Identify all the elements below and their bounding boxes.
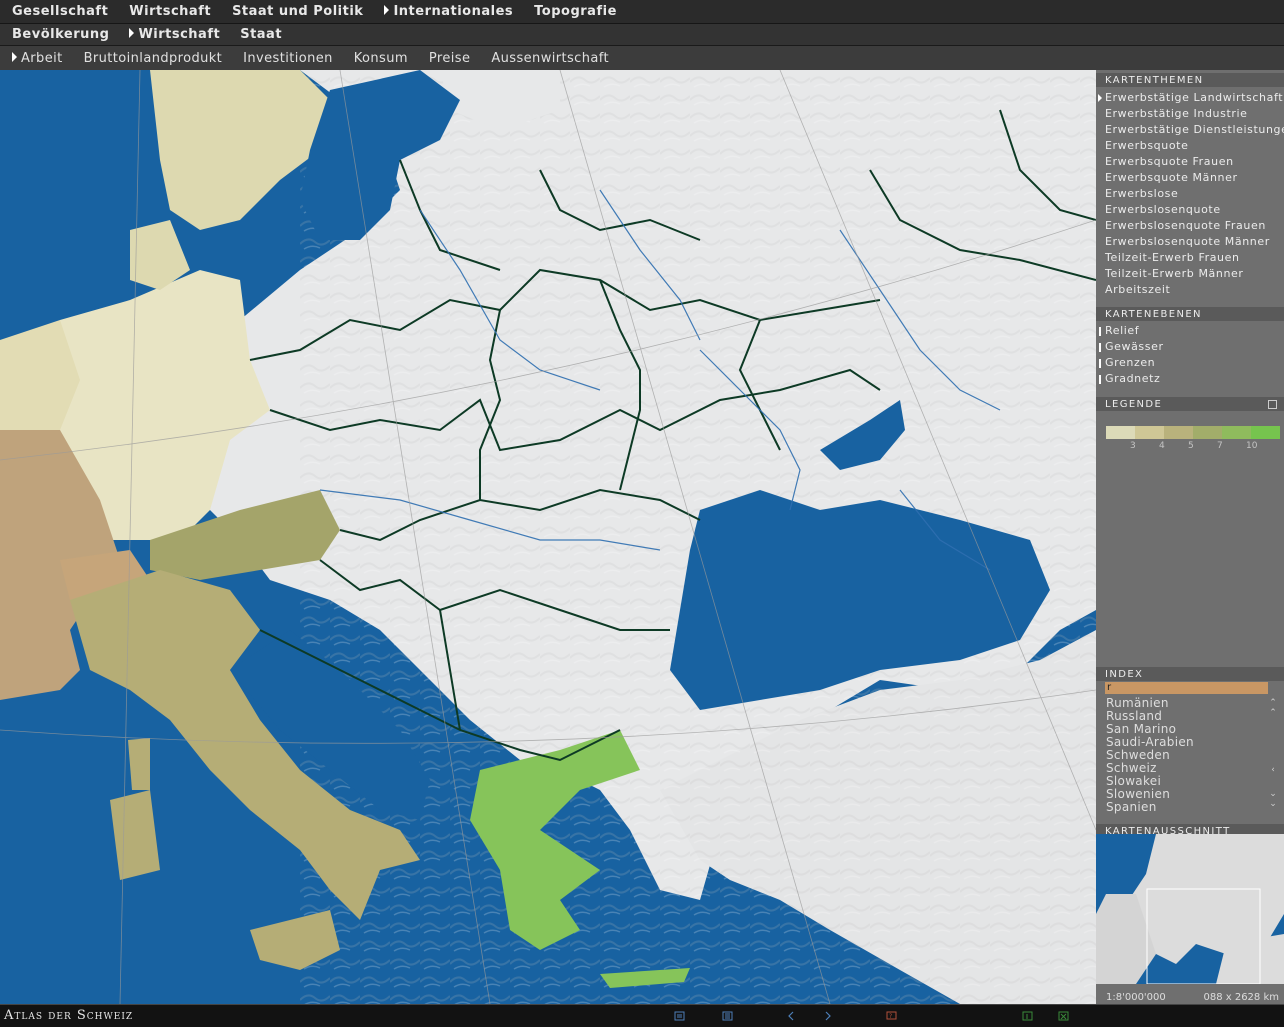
legend-label: 10 <box>1246 441 1258 451</box>
theme-item[interactable]: Erwerbsquote <box>1096 138 1284 154</box>
svg-text:?: ? <box>889 1013 892 1020</box>
nav-item-gesellschaft[interactable]: Gesellschaft <box>12 4 108 19</box>
bottom-bar: Atlas der Schweiz ? <box>0 1004 1284 1027</box>
sardinia-land <box>110 790 160 880</box>
corsica-land <box>128 738 150 790</box>
layer-toggle-gewässer[interactable]: Gewässer <box>1096 339 1284 355</box>
index-item[interactable]: Spanien <box>1106 801 1256 814</box>
legend-labels: 3 4 5 7 10 <box>1106 441 1280 451</box>
legend-label: 3 <box>1130 441 1136 451</box>
layer-toggle-gradnetz[interactable]: Gradnetz <box>1096 371 1284 387</box>
nav-item-bruttoinlandprodukt[interactable]: Bruttoinlandprodukt <box>84 51 223 66</box>
extent-label: 088 x 2628 km <box>1203 992 1279 1003</box>
back-arrow-icon[interactable] <box>786 1011 797 1021</box>
nav-label: Wirtschaft <box>129 4 212 19</box>
nav-label: Arbeit <box>21 50 63 66</box>
layer-list: Relief Gewässer Grenzen Gradnetz <box>1096 323 1284 387</box>
index-heading: INDEX <box>1096 667 1284 681</box>
nav-item-staat[interactable]: Staat <box>240 27 282 42</box>
forward-arrow-icon[interactable] <box>822 1011 833 1021</box>
nav-label: Bevölkerung <box>12 27 110 42</box>
legend-label: 5 <box>1188 441 1194 451</box>
nav-label: Internationales <box>393 4 514 19</box>
theme-item[interactable]: Teilzeit-Erwerb Frauen <box>1096 250 1284 266</box>
nav-item-konsum[interactable]: Konsum <box>354 51 408 66</box>
nav-item-topografie[interactable]: Topografie <box>534 4 617 19</box>
nav-label: Aussenwirtschaft <box>491 50 609 66</box>
nav-label: Investitionen <box>243 50 333 66</box>
nav-item-aussenwirtschaft[interactable]: Aussenwirtschaft <box>491 51 609 66</box>
theme-list: Erwerbstätige Landwirtschaft Erwerbstätig… <box>1096 90 1284 298</box>
nav-item-preise[interactable]: Preise <box>429 51 470 66</box>
nav-label: Preise <box>428 50 471 66</box>
active-marker-icon <box>12 51 17 62</box>
nav-label: Staat <box>240 27 283 42</box>
nav-item-wirtschaft[interactable]: Wirtschaft <box>129 4 211 19</box>
primary-nav: Gesellschaft Wirtschaft Staat und Politik I… <box>0 0 1284 24</box>
index-search-input[interactable]: r <box>1105 682 1268 694</box>
theme-item[interactable]: Erwerbsquote Männer <box>1096 170 1284 186</box>
scale-label: 1:8'000'000 <box>1106 992 1166 1003</box>
document-icon[interactable] <box>722 1011 733 1021</box>
nav-item-staat-und-politik[interactable]: Staat und Politik <box>232 4 363 19</box>
layers-heading: KARTENEBENEN <box>1096 307 1284 321</box>
nav-item-arbeit[interactable]: Arbeit <box>12 51 63 66</box>
theme-item[interactable]: Erwerbstätige Industrie <box>1096 106 1284 122</box>
legend-swatch <box>1222 426 1251 439</box>
legend-swatch <box>1164 426 1193 439</box>
legend-expand-icon[interactable] <box>1268 400 1277 409</box>
nav-label: Bruttoinlandprodukt <box>83 50 223 66</box>
scroll-down-icon[interactable]: ⌄ <box>1268 789 1278 799</box>
legend-swatch <box>1135 426 1164 439</box>
theme-item[interactable]: Teilzeit-Erwerb Männer <box>1096 266 1284 282</box>
legend-swatch <box>1106 426 1135 439</box>
legend-swatch <box>1251 426 1280 439</box>
print-icon[interactable] <box>674 1011 685 1021</box>
close-icon[interactable] <box>1058 1011 1069 1021</box>
legend-heading: LEGENDE <box>1096 397 1284 411</box>
side-panel: KARTENTHEMEN Erwerbstätige Landwirtschaf… <box>1096 70 1284 1004</box>
nav-label: Wirtschaft <box>138 27 221 42</box>
active-marker-icon <box>129 28 135 38</box>
nav-item-bevölkerung[interactable]: Bevölkerung <box>12 27 109 42</box>
exit-icon[interactable] <box>1022 1011 1033 1021</box>
nav-label: Staat und Politik <box>232 4 364 19</box>
theme-item[interactable]: Erwerbslose <box>1096 186 1284 202</box>
legend-color-bar <box>1106 426 1280 439</box>
nav-label: Topografie <box>534 4 617 19</box>
legend-label: 7 <box>1217 441 1223 451</box>
layer-toggle-relief[interactable]: Relief <box>1096 323 1284 339</box>
active-marker-icon <box>384 5 390 15</box>
theme-item[interactable]: Erwerbstätige Dienstleistungen <box>1096 122 1284 138</box>
overview-minimap[interactable] <box>1096 834 1284 984</box>
nav-label: Gesellschaft <box>12 4 109 19</box>
nav-item-investitionen[interactable]: Investitionen <box>243 51 333 66</box>
theme-item[interactable]: Erwerbslosenquote Frauen <box>1096 218 1284 234</box>
nav-label: Konsum <box>353 50 408 66</box>
legend-swatch <box>1193 426 1222 439</box>
help-icon[interactable]: ? <box>886 1011 897 1021</box>
tertiary-nav: Arbeit Bruttoinlandprodukt Investitionen Ko… <box>0 46 1284 70</box>
nav-item-wirtschaft[interactable]: Wirtschaft <box>129 27 220 42</box>
brand-logo: Atlas der Schweiz <box>4 1008 134 1023</box>
layer-toggle-grenzen[interactable]: Grenzen <box>1096 355 1284 371</box>
secondary-nav: Bevölkerung Wirtschaft Staat <box>0 24 1284 46</box>
theme-item[interactable]: Erwerbstätige Landwirtschaft <box>1096 90 1284 106</box>
nav-item-internationales[interactable]: Internationales <box>384 4 513 19</box>
legend-label: 4 <box>1159 441 1165 451</box>
theme-item[interactable]: Erwerbsquote Frauen <box>1096 154 1284 170</box>
theme-item[interactable]: Erwerbslosenquote <box>1096 202 1284 218</box>
theme-item[interactable]: Erwerbslosenquote Männer <box>1096 234 1284 250</box>
scale-row: 1:8'000'000 088 x 2628 km <box>1096 992 1284 1004</box>
themes-heading: KARTENTHEMEN <box>1096 73 1284 87</box>
scroll-top-icon[interactable]: ⌃ <box>1268 698 1278 708</box>
scroll-up-icon[interactable]: ⌃ <box>1268 708 1278 718</box>
map-canvas[interactable] <box>0 70 1096 1004</box>
scroll-bottom-icon[interactable]: ⌄ <box>1268 799 1278 809</box>
index-list: Rumänien Russland San Marino Saudi-Arabien S… <box>1106 697 1256 814</box>
theme-item[interactable]: Arbeitszeit <box>1096 282 1284 298</box>
scroll-left-icon[interactable]: ‹ <box>1268 765 1278 775</box>
